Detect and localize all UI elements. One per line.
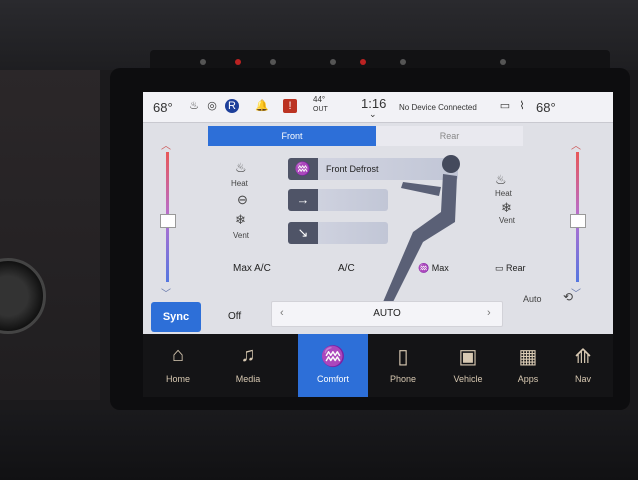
indicator-light (235, 59, 241, 65)
chevron-up-icon[interactable]: ︿ (571, 137, 581, 152)
defrost-label: Front Defrost (326, 164, 379, 174)
arrow-right-icon: → (288, 189, 318, 211)
floor-vent-button[interactable]: ↘ (288, 222, 388, 244)
sync-button[interactable]: Sync (151, 302, 201, 332)
ac-button[interactable]: A/C (338, 263, 355, 274)
nav-home[interactable]: ⌂ Home (143, 334, 213, 397)
nav-comfort[interactable]: ♒ Comfort (298, 334, 368, 397)
heated-seat-icon[interactable]: ♨ (495, 172, 507, 188)
bell-icon[interactable]: 🔔 (255, 99, 269, 113)
bottom-nav-bar: ⌂ Home ♫ Media ♒ Comfort ▯ Phone ▣ Vehic… (143, 334, 613, 397)
heated-seat-icon[interactable]: ♨ (187, 99, 201, 113)
left-temp-slider[interactable]: ︿ ﹀ (153, 137, 183, 302)
heated-wheel-icon[interactable]: ◎ (205, 99, 219, 113)
max-ac-button[interactable]: Max A/C (233, 263, 271, 274)
chevron-down-icon[interactable]: ﹀ (161, 285, 171, 300)
auto-button[interactable]: Auto (523, 294, 542, 304)
slider-thumb[interactable] (160, 214, 176, 228)
tab-front[interactable]: Front (208, 126, 376, 146)
chevron-right-icon[interactable]: › (487, 307, 491, 319)
nav-phone[interactable]: ▯ Phone (368, 334, 438, 397)
user-icon[interactable]: R (225, 99, 239, 113)
status-bar: 68° ♨ ◎ R 🔔 ! 44° OUT 1:16 ⌄ No Device C… (143, 92, 613, 123)
nav-nav-label: Nav (574, 374, 591, 384)
nav-home-label: Home (165, 374, 190, 384)
vented-seat-icon[interactable]: ❄ (235, 212, 246, 228)
infotainment-screen: 68° ♨ ◎ R 🔔 ! 44° OUT 1:16 ⌄ No Device C… (143, 92, 613, 397)
right-vent-label: Vent (499, 216, 516, 225)
heated-seat-icon[interactable]: ♨ (235, 160, 247, 176)
recirculation-icon[interactable]: ⟲ (563, 290, 573, 304)
slider-thumb[interactable] (570, 214, 586, 228)
fan-speed-control[interactable]: ‹ AUTO › (271, 301, 503, 327)
device-status: No Device Connected (399, 103, 477, 112)
seat-comfort-icon: ♒ (320, 346, 346, 368)
fan-speed-value: AUTO (373, 308, 401, 319)
wifi-icon[interactable]: ⌇ (515, 99, 529, 113)
indicator-light (360, 59, 366, 65)
arrow-down-right-icon: ↘ (288, 222, 318, 244)
max-defrost-label: Max (431, 263, 449, 273)
home-icon: ⌂ (171, 344, 185, 366)
nav-comfort-label: Comfort (316, 374, 349, 384)
dashboard-bottom (0, 410, 638, 480)
left-temp[interactable]: 68° (153, 100, 173, 115)
indicator-light (330, 59, 336, 65)
indicator-light (270, 59, 276, 65)
rear-defrost-label: Rear (506, 263, 526, 273)
left-heat-label: Heat (231, 179, 248, 188)
left-vent-label: Vent (233, 231, 250, 240)
right-temp[interactable]: 68° (536, 100, 556, 115)
outside-temp: 44° (313, 95, 326, 104)
face-vent-button[interactable]: → (288, 189, 388, 211)
nav-phone-label: Phone (389, 374, 417, 384)
outside-label: OUT (313, 106, 328, 113)
nav-media-label: Media (235, 374, 261, 384)
phone-icon: ▯ (397, 346, 409, 368)
nav-nav[interactable]: ⟰ Nav (548, 334, 613, 397)
chevron-down-icon[interactable]: ⌄ (369, 109, 377, 120)
indicator-light (500, 59, 506, 65)
zone-tabs: Front Rear (208, 126, 523, 146)
vented-seat-icon[interactable]: ❄ (501, 200, 512, 216)
fan-off-button[interactable]: Off (228, 311, 241, 322)
chevron-up-icon[interactable]: ︿ (161, 137, 171, 152)
tab-rear[interactable]: Rear (376, 126, 523, 146)
rear-defrost-button[interactable]: ▭ Rear (495, 263, 526, 274)
defrost-icon: ♒ (288, 158, 318, 180)
max-defrost-button[interactable]: ♒ Max (418, 263, 449, 274)
music-note-icon: ♫ (240, 344, 256, 366)
dashboard-left-panel (0, 70, 100, 400)
nav-media[interactable]: ♫ Media (213, 334, 283, 397)
driver-silhouette (383, 155, 460, 302)
alert-icon[interactable]: ! (283, 99, 297, 113)
phone-icon[interactable]: ▭ (498, 99, 512, 113)
navigation-arrow-icon: ⟰ (574, 346, 592, 368)
right-heat-label: Heat (495, 189, 512, 198)
heated-wheel-icon[interactable]: ⊖ (237, 192, 248, 208)
indicator-light (400, 59, 406, 65)
indicator-light (200, 59, 206, 65)
right-temp-slider[interactable]: ︿ ﹀ (563, 137, 593, 302)
